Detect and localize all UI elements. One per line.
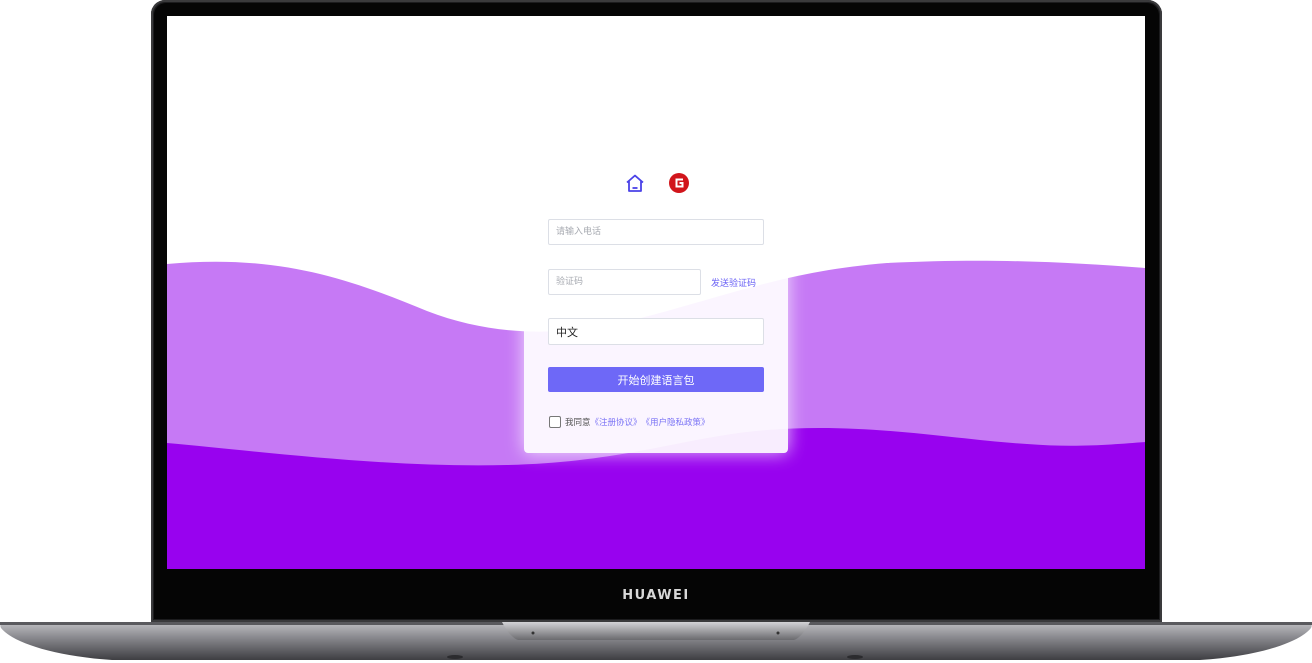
agree-checkbox[interactable] (549, 416, 561, 428)
agreement-row: 我同意 《注册协议》 《用户隐私政策》 (549, 415, 710, 429)
home-icon (626, 174, 644, 192)
verification-code-input[interactable] (548, 269, 701, 295)
agree-text: 我同意 (565, 418, 591, 428)
create-language-pack-button[interactable]: 开始创建语言包 (548, 367, 764, 392)
send-code-link[interactable]: 发送验证码 (711, 276, 756, 289)
language-select[interactable]: 中文 (548, 318, 764, 345)
device-brand-label: HUAWEI (622, 588, 690, 603)
registration-agreement-link[interactable]: 《注册协议》 (591, 416, 642, 428)
create-button-label: 开始创建语言包 (617, 373, 695, 387)
language-select-value: 中文 (556, 325, 578, 339)
login-card (524, 147, 788, 453)
g-logo-icon (669, 173, 689, 193)
phone-input[interactable] (548, 219, 764, 245)
laptop-base (0, 622, 1312, 660)
privacy-policy-link[interactable]: 《用户隐私政策》 (642, 416, 710, 428)
